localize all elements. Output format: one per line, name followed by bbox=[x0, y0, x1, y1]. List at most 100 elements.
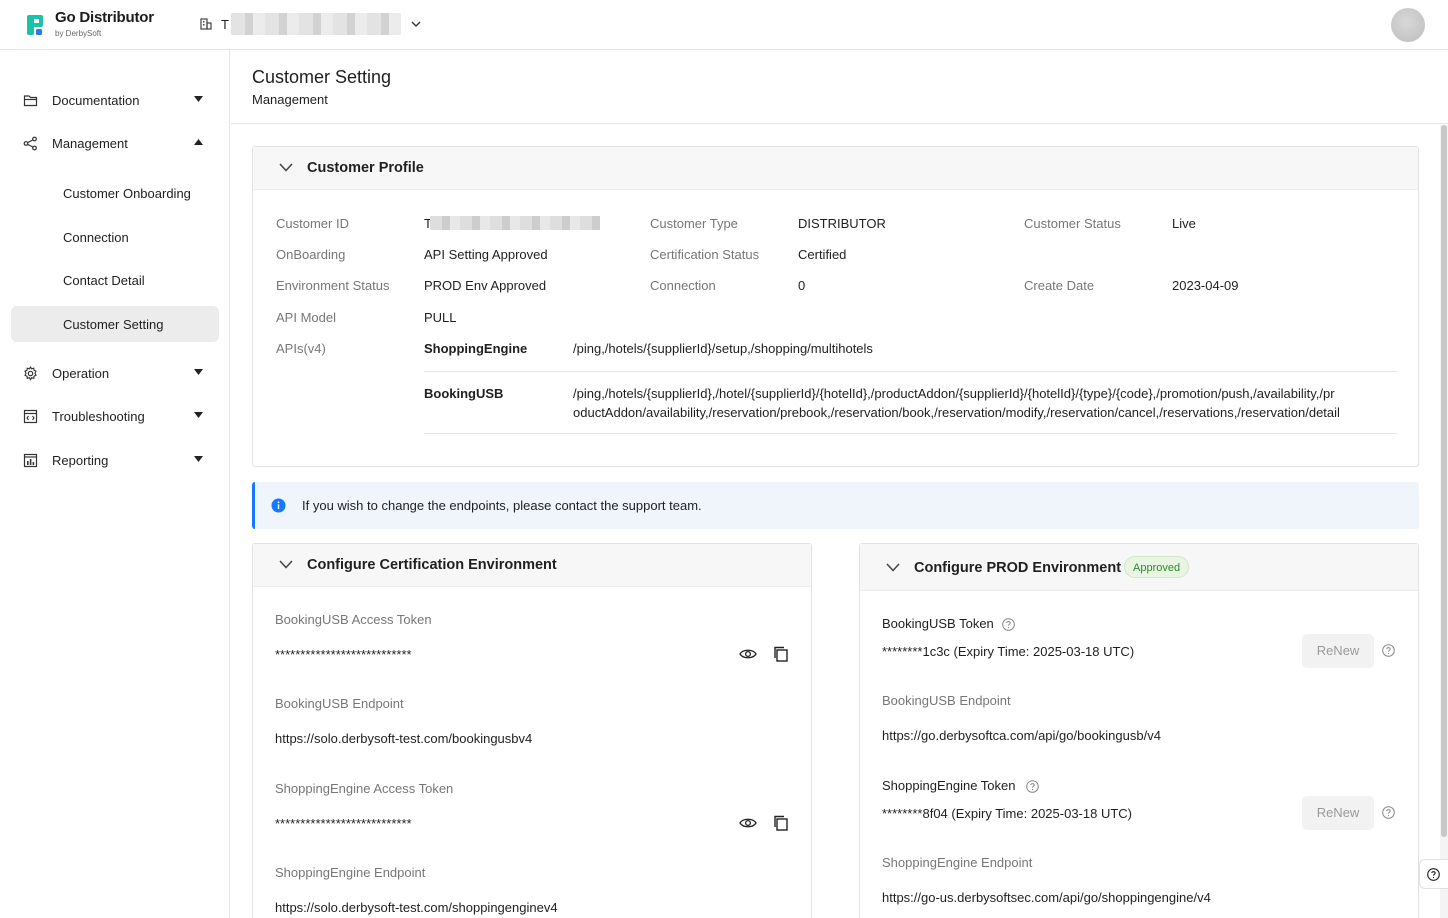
label-shopping-endpoint: ShoppingEngine Endpoint bbox=[275, 865, 426, 880]
sidebar-item-label: Reporting bbox=[52, 452, 109, 468]
label-environment-status: Environment Status bbox=[276, 278, 390, 293]
value-connection: 0 bbox=[798, 278, 806, 293]
copy-icon[interactable] bbox=[772, 814, 790, 832]
sidebar-item-operation[interactable]: Operation bbox=[11, 355, 219, 391]
folder-icon bbox=[23, 95, 38, 107]
caret-up-icon bbox=[194, 139, 203, 145]
user-avatar[interactable] bbox=[1391, 8, 1425, 42]
sidebar: Documentation Management Customer Onboar… bbox=[0, 50, 230, 918]
value-booking-token: ********1c3c (Expiry Time: 2025-03-18 UT… bbox=[882, 644, 1135, 659]
api-name-bookingusb: BookingUSB bbox=[424, 386, 504, 401]
sidebar-item-connection[interactable]: Connection bbox=[11, 219, 219, 255]
certification-environment-card: Configure Certification Environment Book… bbox=[252, 543, 812, 918]
certification-environment-header[interactable]: Configure Certification Environment bbox=[253, 544, 811, 587]
question-icon[interactable] bbox=[1026, 780, 1039, 793]
breadcrumb: Management bbox=[252, 92, 328, 107]
value-shopping-endpoint: https://solo.derbysoft-test.com/shopping… bbox=[275, 900, 558, 915]
api-paths-bookingusb-line2: oductAddon/availability,/reservation/pre… bbox=[573, 405, 1340, 420]
customer-profile-header[interactable]: Customer Profile bbox=[253, 147, 1418, 190]
floating-help-button[interactable] bbox=[1419, 859, 1448, 889]
chevron-down-icon[interactable] bbox=[279, 560, 293, 569]
sidebar-item-label: Contact Detail bbox=[63, 272, 145, 288]
gear-icon bbox=[24, 366, 37, 381]
sidebar-item-reporting[interactable]: Reporting bbox=[11, 442, 219, 478]
label-booking-endpoint: BookingUSB Endpoint bbox=[275, 696, 404, 711]
info-alert: If you wish to change the endpoints, ple… bbox=[252, 482, 1419, 529]
divider bbox=[424, 433, 1397, 434]
label-booking-access-token: BookingUSB Access Token bbox=[275, 612, 432, 627]
value-create-date: 2023-04-09 bbox=[1172, 278, 1239, 293]
sidebar-item-label: Operation bbox=[52, 365, 110, 381]
renew-shopping-token-button[interactable]: ReNew bbox=[1302, 796, 1374, 830]
label-create-date: Create Date bbox=[1024, 278, 1095, 293]
api-name-shoppingengine: ShoppingEngine bbox=[424, 341, 528, 356]
customer-id-redacted bbox=[430, 216, 600, 230]
app-title: Go Distributor bbox=[55, 9, 154, 26]
tenant-name-redacted bbox=[230, 13, 401, 35]
sidebar-item-customer-onboarding[interactable]: Customer Onboarding bbox=[11, 175, 219, 211]
customer-profile-card: Customer Profile Customer ID T OnBoardin… bbox=[252, 146, 1419, 467]
question-icon[interactable] bbox=[1382, 806, 1395, 819]
value-environment-status: PROD Env Approved bbox=[424, 278, 547, 293]
building-icon bbox=[200, 18, 212, 30]
value-shopping-token: ********8f04 (Expiry Time: 2025-03-18 UT… bbox=[882, 806, 1132, 821]
api-paths-bookingusb-line1: /ping,/hotels/{supplierId},/hotel/{suppl… bbox=[573, 386, 1335, 401]
value-booking-access-token: *************************** bbox=[275, 647, 412, 662]
label-customer-type: Customer Type bbox=[650, 216, 738, 231]
sidebar-item-management[interactable]: Management bbox=[11, 125, 219, 161]
sidebar-item-troubleshooting[interactable]: Troubleshooting bbox=[11, 398, 219, 434]
share-nodes-icon bbox=[23, 136, 37, 151]
code-window-icon bbox=[23, 409, 38, 424]
label-api-model: API Model bbox=[276, 310, 336, 325]
prod-environment-header[interactable]: Configure PROD Environment Approved bbox=[860, 544, 1418, 591]
caret-down-icon bbox=[194, 96, 203, 102]
divider bbox=[424, 371, 1397, 372]
value-booking-endpoint: https://solo.derbysoft-test.com/bookingu… bbox=[275, 731, 533, 746]
chevron-down-icon[interactable] bbox=[279, 163, 293, 172]
copy-icon[interactable] bbox=[772, 645, 790, 663]
sidebar-item-label: Management bbox=[52, 135, 128, 151]
sidebar-item-label: Customer Onboarding bbox=[63, 185, 191, 201]
label-certification-status: Certification Status bbox=[650, 247, 760, 262]
label-apis: APIs(v4) bbox=[276, 341, 326, 356]
chevron-down-icon[interactable] bbox=[886, 563, 900, 572]
eye-icon[interactable] bbox=[739, 814, 757, 832]
sidebar-item-customer-setting[interactable]: Customer Setting bbox=[11, 306, 219, 342]
value-onboarding: API Setting Approved bbox=[424, 247, 548, 262]
card-title: Configure PROD Environment bbox=[914, 560, 1122, 576]
question-icon bbox=[1427, 868, 1440, 881]
prod-environment-card: Configure PROD Environment Approved Book… bbox=[859, 543, 1419, 918]
label-booking-token: BookingUSB Token bbox=[882, 616, 994, 631]
scrollbar-thumb[interactable] bbox=[1441, 125, 1447, 837]
sidebar-item-label: Connection bbox=[63, 229, 129, 245]
sidebar-item-contact-detail[interactable]: Contact Detail bbox=[11, 262, 219, 298]
caret-down-icon bbox=[194, 456, 203, 462]
sidebar-item-label: Customer Setting bbox=[63, 316, 164, 332]
label-shopping-endpoint: ShoppingEngine Endpoint bbox=[882, 855, 1033, 870]
bar-chart-icon bbox=[23, 453, 38, 468]
tenant-name: T bbox=[221, 16, 229, 32]
label-booking-endpoint: BookingUSB Endpoint bbox=[882, 693, 1011, 708]
caret-down-icon bbox=[194, 412, 203, 418]
label-connection: Connection bbox=[650, 278, 716, 293]
chevron-down-icon bbox=[411, 21, 421, 27]
question-icon[interactable] bbox=[1002, 618, 1015, 631]
sidebar-item-label: Documentation bbox=[52, 92, 140, 108]
value-certification-status: Certified bbox=[798, 247, 847, 262]
question-icon[interactable] bbox=[1382, 644, 1395, 657]
label-customer-id: Customer ID bbox=[276, 216, 349, 231]
page-header: Customer Setting Management bbox=[231, 50, 1448, 124]
sidebar-item-documentation[interactable]: Documentation bbox=[11, 82, 219, 118]
renew-booking-token-button[interactable]: ReNew bbox=[1302, 634, 1374, 668]
card-title: Configure Certification Environment bbox=[307, 557, 557, 573]
label-onboarding: OnBoarding bbox=[276, 247, 346, 262]
value-booking-endpoint: https://go.derbysoftca.com/api/go/bookin… bbox=[882, 728, 1161, 743]
value-shopping-endpoint: https://go-us.derbysoftsec.com/api/go/sh… bbox=[882, 890, 1211, 905]
value-api-model: PULL bbox=[424, 310, 457, 325]
status-badge: Approved bbox=[1124, 556, 1190, 578]
tenant-selector[interactable]: T bbox=[200, 12, 421, 36]
eye-icon[interactable] bbox=[739, 645, 757, 663]
label-shopping-token: ShoppingEngine Token bbox=[882, 778, 1016, 793]
api-paths-shoppingengine: /ping,/hotels/{supplierId}/setup,/shoppi… bbox=[573, 341, 873, 356]
info-message: If you wish to change the endpoints, ple… bbox=[302, 498, 702, 513]
